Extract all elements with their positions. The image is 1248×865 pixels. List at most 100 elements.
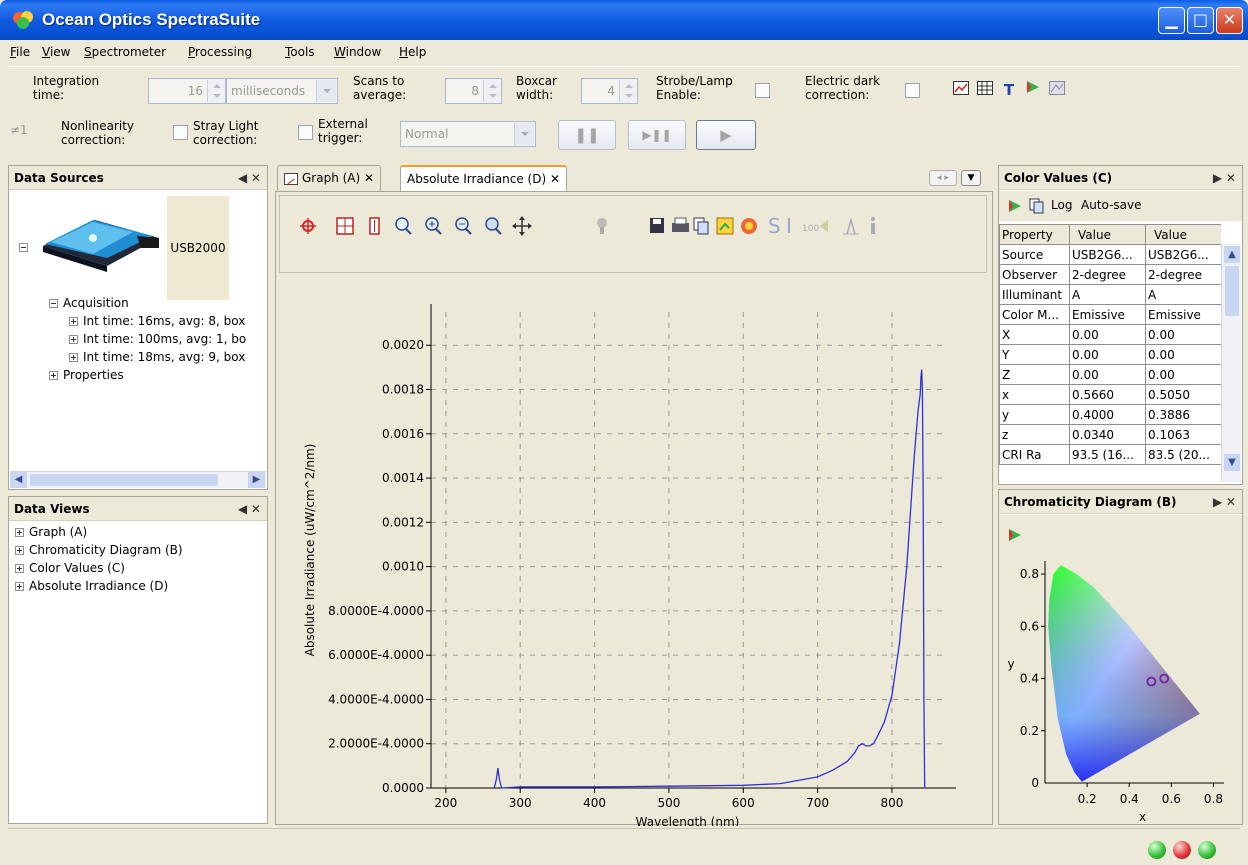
auto-save-button[interactable]: Auto-save — [1081, 198, 1142, 212]
close-tab-icon[interactable]: ✕ — [364, 171, 374, 185]
device-collapse-toggle[interactable] — [19, 240, 33, 253]
tab-absolute-irradiance-d[interactable]: Absolute Irradiance (D) ✕ — [400, 165, 568, 191]
spinner-arrows-icon[interactable] — [619, 80, 636, 102]
overlay-icon — [741, 218, 757, 234]
chart-view-icon[interactable] — [1046, 79, 1068, 101]
scroll-thumb[interactable] — [1225, 266, 1239, 316]
panel-controls[interactable]: ◀ ✕ — [238, 166, 261, 190]
expand-icon[interactable] — [69, 317, 78, 326]
data-view-item[interactable]: Chromaticity Diagram (B) — [15, 541, 267, 559]
y-tick-label: 8.0000E-4.0000 — [328, 604, 424, 618]
copy-icon — [693, 217, 709, 235]
table-row[interactable]: Y 0.00 0.00 — [999, 344, 1221, 365]
data-view-item[interactable]: Color Values (C) — [15, 559, 267, 577]
horizontal-scrollbar[interactable]: ◀ ▶ — [10, 471, 266, 488]
data-view-item[interactable]: Absolute Irradiance (D) — [15, 577, 267, 595]
column-header[interactable]: Property — [999, 224, 1070, 245]
table-row[interactable]: x 0.5660 0.5050 — [999, 384, 1221, 405]
absolute-irradiance-chart[interactable]: 200 300 400 500 600 700 800 0.0000 2.0000E-4.000… — [276, 292, 994, 826]
tab-scroll-arrows-icon[interactable]: ◂ ▸ — [929, 170, 957, 186]
color-icon[interactable] — [1007, 198, 1023, 214]
expand-icon[interactable] — [49, 371, 58, 380]
value-cell: 2-degree — [1069, 264, 1146, 285]
table-row[interactable]: X 0.00 0.00 — [999, 324, 1221, 345]
integration-unit-select[interactable]: milliseconds — [226, 78, 338, 104]
column-header[interactable]: Value — [1069, 224, 1146, 245]
expand-icon[interactable] — [15, 546, 24, 555]
scroll-thumb[interactable] — [30, 474, 218, 486]
y-tick-label: 0.2 — [1020, 724, 1039, 738]
tree-node-item[interactable]: Int time: 100ms, avg: 1, bo — [49, 330, 269, 348]
tab-graph-a[interactable]: Graph (A) ✕ — [277, 165, 382, 191]
table-row[interactable]: Source USB2G6... USB2G6... — [999, 244, 1221, 265]
step-button[interactable]: ▶❚❚ — [628, 120, 686, 150]
menu-help[interactable]: Help — [399, 45, 426, 59]
panel-controls[interactable]: ◀ ✕ — [238, 497, 261, 521]
chromaticity-diagram[interactable]: 0.2 0.4 0.6 0.8 0.2 0.4 0.6 0.8 0 x y — [999, 555, 1242, 824]
table-row[interactable]: Z 0.00 0.00 — [999, 364, 1221, 385]
scans-label: Scans to average: — [353, 74, 407, 102]
expand-icon[interactable] — [15, 564, 24, 573]
table-row[interactable]: z 0.0340 0.1063 — [999, 424, 1221, 445]
menu-processing[interactable]: Processing — [188, 45, 252, 59]
dark-correction-checkbox[interactable] — [905, 83, 920, 98]
pause-button[interactable]: ❚❚ — [558, 120, 616, 150]
panel-controls[interactable]: ▶ ✕ — [1213, 166, 1236, 190]
boxcar-spinner[interactable]: 4 — [581, 78, 638, 104]
table-view-icon[interactable] — [974, 79, 996, 101]
nonlinearity-checkbox[interactable] — [173, 125, 188, 140]
trigger-mode-select[interactable]: Normal — [400, 121, 536, 147]
tree-node-item[interactable]: Int time: 16ms, avg: 8, box — [49, 312, 269, 330]
expand-icon[interactable] — [69, 335, 78, 344]
color-view-icon[interactable] — [1022, 79, 1044, 101]
table-row[interactable]: Color M... Emissive Emissive — [999, 304, 1221, 325]
table-row[interactable]: Observer 2-degree 2-degree — [999, 264, 1221, 285]
tab-list-icon[interactable]: ▼ — [961, 170, 981, 186]
tree-node-item[interactable]: Int time: 18ms, avg: 9, box — [49, 348, 269, 366]
menu-view[interactable]: View — [42, 45, 70, 59]
maximize-button[interactable]: □ — [1187, 7, 1214, 34]
close-tab-icon[interactable]: ✕ — [550, 172, 560, 186]
spinner-arrows-icon[interactable] — [483, 80, 500, 102]
panel-controls[interactable]: ▶ ✕ — [1213, 490, 1236, 514]
data-view-item[interactable]: Graph (A) — [15, 523, 267, 541]
scroll-down-icon[interactable]: ▼ — [1224, 454, 1240, 471]
color-icon[interactable] — [1007, 527, 1023, 543]
menu-spectrometer[interactable]: Spectrometer — [84, 45, 166, 59]
menu-tools[interactable]: Tools — [285, 45, 315, 59]
menu-window[interactable]: Window — [334, 45, 381, 59]
minimize-button[interactable]: ▁ — [1158, 7, 1185, 34]
play-button[interactable]: ▶ — [696, 120, 756, 150]
column-header[interactable]: Value — [1145, 224, 1221, 245]
tree-node-properties[interactable]: Properties — [49, 366, 269, 384]
expand-icon[interactable] — [15, 528, 24, 537]
scans-spinner[interactable]: 8 — [445, 78, 502, 104]
table-row[interactable]: Illuminant A A — [999, 284, 1221, 305]
close-button[interactable]: ✕ — [1216, 7, 1243, 34]
graph-tool-icons[interactable]: S I 100 — [280, 196, 988, 274]
vertical-scrollbar[interactable]: ▲ ▼ — [1221, 244, 1241, 482]
chevron-down-icon[interactable] — [514, 123, 534, 145]
text-view-icon[interactable]: T — [998, 79, 1020, 101]
title-bar[interactable]: Ocean Optics SpectraSuite ▁ □ ✕ — [0, 0, 1248, 40]
scroll-left-icon[interactable]: ◀ — [10, 472, 27, 488]
table-row[interactable]: CRI Ra 93.5 (16... 83.5 (20... — [999, 444, 1221, 465]
copy-icon[interactable] — [1029, 198, 1045, 214]
stray-light-checkbox[interactable] — [298, 125, 313, 140]
device-label[interactable]: USB2000 — [167, 196, 229, 300]
expand-icon[interactable] — [69, 353, 78, 362]
scroll-right-icon[interactable]: ▶ — [248, 472, 265, 488]
scroll-up-icon[interactable]: ▲ — [1224, 246, 1240, 263]
graph-view-icon[interactable] — [950, 79, 972, 101]
collapse-icon[interactable] — [49, 299, 58, 308]
chevron-down-icon[interactable] — [316, 80, 336, 102]
integration-time-spinner[interactable]: 16 — [148, 78, 226, 104]
menu-file[interactable]: File — [10, 45, 30, 59]
dark-correction-label: Electric dark correction: — [805, 74, 881, 102]
expand-icon[interactable] — [15, 582, 24, 591]
log-button[interactable]: Log — [1051, 198, 1072, 212]
strobe-checkbox[interactable] — [755, 83, 770, 98]
tree-node-acquisition[interactable]: Acquisition — [49, 294, 269, 312]
table-row[interactable]: y 0.4000 0.3886 — [999, 404, 1221, 425]
spinner-arrows-icon[interactable] — [207, 80, 224, 102]
